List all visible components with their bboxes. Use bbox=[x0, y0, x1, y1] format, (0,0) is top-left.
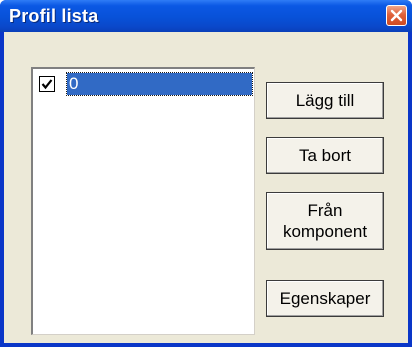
properties-button[interactable]: Egenskaper bbox=[266, 280, 384, 317]
from-component-button-label: Från komponent bbox=[283, 200, 367, 242]
title-bar[interactable]: Profil lista bbox=[0, 0, 412, 32]
dialog-window: Profil lista 0 Lägg till Ta bort Från ko… bbox=[0, 0, 412, 347]
remove-button[interactable]: Ta bort bbox=[266, 137, 384, 174]
remove-button-label: Ta bort bbox=[299, 146, 351, 165]
close-icon bbox=[390, 9, 403, 22]
window-title: Profil lista bbox=[9, 6, 99, 26]
from-component-label-line2: komponent bbox=[282, 222, 368, 241]
from-component-label-line1: Från bbox=[307, 201, 343, 220]
add-button-label: Lägg till bbox=[295, 91, 355, 110]
profile-listbox[interactable]: 0 bbox=[31, 67, 255, 335]
close-button[interactable] bbox=[386, 5, 407, 26]
from-component-button[interactable]: Från komponent bbox=[266, 192, 384, 250]
item-checkbox[interactable] bbox=[39, 76, 55, 92]
list-item[interactable]: 0 bbox=[35, 71, 253, 97]
properties-button-label: Egenskaper bbox=[279, 289, 371, 308]
checkmark-icon bbox=[41, 79, 53, 90]
dialog-body: 0 Lägg till Ta bort Från komponent Egens… bbox=[4, 32, 408, 343]
list-item-label[interactable]: 0 bbox=[66, 72, 253, 96]
add-button[interactable]: Lägg till bbox=[266, 82, 384, 119]
